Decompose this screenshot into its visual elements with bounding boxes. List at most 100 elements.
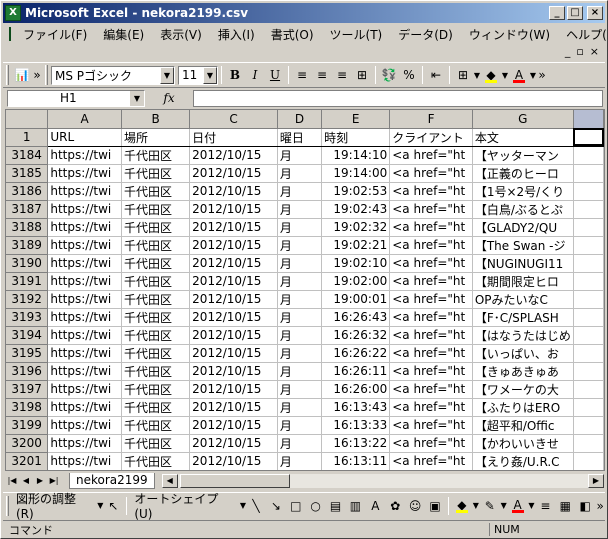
diagram-icon[interactable]: ✿ (385, 496, 405, 516)
row-header[interactable]: 3199 (6, 416, 49, 435)
rectangle-icon[interactable]: □ (286, 496, 306, 516)
fill-color-icon[interactable]: ◆ (481, 65, 501, 85)
clipart-icon[interactable]: ☺ (405, 496, 425, 516)
toolbar-grip-2[interactable] (45, 65, 48, 85)
cell[interactable]: 2012/10/15 (189, 362, 278, 381)
chevron-down-icon[interactable]: ▼ (472, 496, 480, 516)
cell[interactable]: 16:26:43 (321, 308, 391, 327)
close-button[interactable]: × (587, 6, 603, 20)
cell[interactable]: 19:02:10 (321, 254, 391, 273)
3d-icon[interactable]: ◧ (575, 496, 595, 516)
cell[interactable]: <a href="ht (389, 254, 473, 273)
cell[interactable]: 19:14:00 (321, 164, 391, 183)
cell[interactable]: 16:26:32 (321, 326, 391, 345)
cell[interactable]: <a href="ht (389, 236, 473, 255)
cell[interactable]: 月 (277, 344, 323, 363)
menu-format[interactable]: 書式(O) (263, 26, 322, 43)
cell[interactable]: 月 (277, 182, 323, 201)
row-header[interactable]: 3197 (6, 380, 49, 399)
cell[interactable] (573, 290, 604, 309)
cell[interactable] (573, 380, 604, 399)
cell[interactable]: 2012/10/15 (189, 326, 278, 345)
underline-button[interactable]: U (265, 65, 285, 85)
row-header[interactable]: 3192 (6, 290, 49, 309)
shadow-icon[interactable]: ▦ (555, 496, 575, 516)
cell[interactable]: 19:02:53 (321, 182, 391, 201)
draw-adjust-menu[interactable]: 図形の調整(R) (12, 490, 97, 521)
menu-data[interactable]: データ(D) (390, 26, 461, 43)
select-all-corner[interactable] (6, 110, 49, 129)
row-header[interactable]: 3200 (6, 434, 49, 453)
first-sheet-icon[interactable]: |◀ (5, 474, 19, 488)
font-name-select[interactable]: MS Pゴシック ▼ (51, 65, 175, 85)
cell[interactable]: 19:14:10 (321, 146, 391, 165)
cell[interactable]: <a href="ht (389, 200, 473, 219)
font-color-icon[interactable]: A (508, 496, 528, 516)
cell[interactable]: <a href="ht (389, 146, 473, 165)
cell[interactable] (573, 272, 604, 291)
cell[interactable]: 千代田区 (121, 290, 191, 309)
cell[interactable]: 月 (277, 164, 323, 183)
cell[interactable]: 日付 (189, 128, 278, 147)
row-header[interactable]: 3194 (6, 326, 49, 345)
cell[interactable]: 19:02:00 (321, 272, 391, 291)
row-header[interactable]: 3188 (6, 218, 49, 237)
column-header-b[interactable]: B (121, 110, 191, 129)
cell[interactable] (573, 344, 604, 363)
cell[interactable]: 2012/10/15 (189, 146, 278, 165)
cell[interactable]: 2012/10/15 (189, 218, 278, 237)
doc-restore-button[interactable]: ▫ (576, 45, 583, 58)
cell[interactable]: <a href="ht (389, 290, 473, 309)
cell[interactable]: 千代田区 (121, 452, 191, 470)
cell[interactable]: https://twi (47, 344, 122, 363)
cell[interactable] (573, 416, 604, 435)
cell[interactable]: https://twi (47, 434, 122, 453)
cell[interactable]: https://twi (47, 380, 122, 399)
menu-insert[interactable]: 挿入(I) (210, 26, 263, 43)
chevron-down-icon[interactable]: ▼ (203, 66, 217, 84)
toolbar-grip[interactable] (6, 65, 9, 85)
sheet-tab[interactable]: nekora2199 (69, 472, 155, 489)
cell[interactable]: 【ふたりはERO (472, 398, 574, 417)
cell[interactable]: 曜日 (277, 128, 323, 147)
cell[interactable]: 千代田区 (121, 164, 191, 183)
cell[interactable]: 【1号×2号/くり (472, 182, 574, 201)
chart-icon[interactable]: 📊 (12, 65, 32, 85)
cell[interactable]: 千代田区 (121, 398, 191, 417)
row-header[interactable]: 3186 (6, 182, 49, 201)
merge-center-icon[interactable]: ⊞ (352, 65, 372, 85)
cell[interactable]: 【はなうたはじめ (472, 326, 574, 345)
cell[interactable]: https://twi (47, 362, 122, 381)
cell[interactable]: OPみたいなC (472, 290, 574, 309)
cell[interactable]: 19:02:32 (321, 218, 391, 237)
cell[interactable]: <a href="ht (389, 164, 473, 183)
row-header[interactable]: 3184 (6, 146, 49, 165)
maximize-button[interactable]: □ (567, 6, 583, 20)
cell[interactable]: https://twi (47, 236, 122, 255)
cell[interactable]: 千代田区 (121, 218, 191, 237)
cell[interactable]: 【かわいいきせ (472, 434, 574, 453)
cell[interactable]: <a href="ht (389, 380, 473, 399)
cell[interactable]: https://twi (47, 272, 122, 291)
row-header[interactable]: 3190 (6, 254, 49, 273)
scroll-left-icon[interactable]: ◀ (161, 473, 178, 488)
cell[interactable] (573, 398, 604, 417)
autoshape-menu[interactable]: オートシェイプ(U) (130, 490, 240, 521)
cell[interactable] (573, 236, 604, 255)
cell[interactable]: 月 (277, 272, 323, 291)
cell[interactable]: <a href="ht (389, 182, 473, 201)
cell[interactable] (573, 254, 604, 273)
cell[interactable]: 【GLADY2/QU (472, 218, 574, 237)
align-left-icon[interactable]: ≡ (292, 65, 312, 85)
cell[interactable]: 千代田区 (121, 344, 191, 363)
chevron-down-icon[interactable]: ▼ (529, 65, 537, 85)
menu-edit[interactable]: 編集(E) (95, 26, 152, 43)
cell[interactable]: 時刻 (321, 128, 391, 147)
textbox-icon[interactable]: ▤ (326, 496, 346, 516)
font-size-select[interactable]: 11 ▼ (178, 65, 218, 85)
row-header[interactable]: 3191 (6, 272, 49, 291)
cell[interactable]: 月 (277, 308, 323, 327)
minimize-button[interactable]: _ (549, 6, 565, 20)
chevron-down-icon[interactable]: ▼ (528, 496, 536, 516)
cell[interactable]: 月 (277, 236, 323, 255)
